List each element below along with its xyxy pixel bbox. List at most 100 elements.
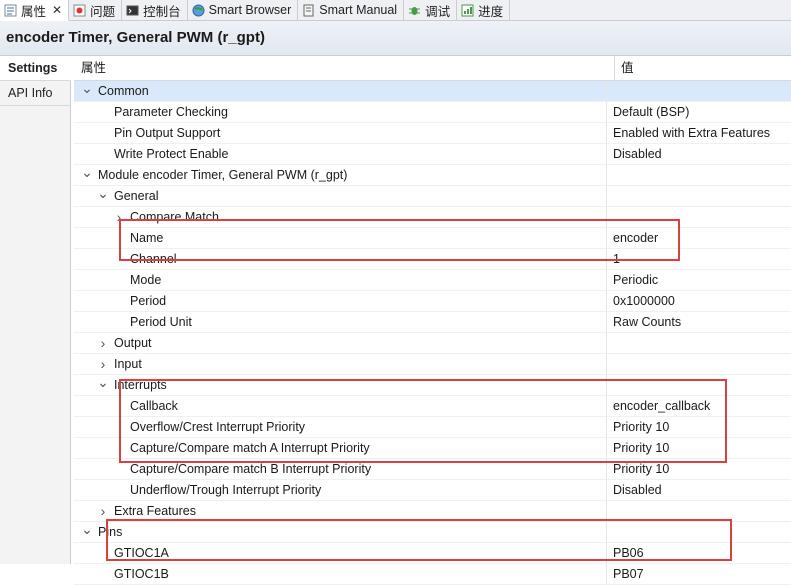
property-label: Capture/Compare match A Interrupt Priori… — [130, 441, 370, 455]
property-label: Overflow/Crest Interrupt Priority — [130, 420, 306, 434]
property-cell: ⌄ Interrupts — [74, 375, 607, 395]
table-row[interactable]: Overflow/Crest Interrupt Priority Priorit… — [74, 417, 791, 438]
table-header: 属性 值 — [74, 56, 791, 81]
close-icon[interactable]: ✕ — [52, 3, 62, 17]
property-label: Period — [130, 294, 167, 308]
property-cell: ⌄ Module encoder Timer, General PWM (r_gp… — [74, 165, 607, 185]
property-value[interactable] — [607, 354, 613, 374]
table-row[interactable]: ⌄ Module encoder Timer, General PWM (r_gp… — [74, 165, 791, 186]
property-value[interactable] — [607, 501, 613, 521]
property-value[interactable]: Priority 10 — [607, 438, 669, 458]
property-cell: › Output — [74, 333, 607, 353]
property-value[interactable]: Disabled — [607, 480, 662, 500]
property-value[interactable]: Disabled — [607, 144, 662, 164]
table-row[interactable]: › Extra Features — [74, 501, 791, 522]
chevron-down-icon[interactable]: ⌄ — [80, 522, 94, 538]
property-label: Capture/Compare match B Interrupt Priori… — [130, 462, 372, 476]
table-row[interactable]: Underflow/Trough Interrupt Priority Disab… — [74, 480, 791, 501]
table-row[interactable]: Pin Output Support Enabled with Extra Fea… — [74, 123, 791, 144]
tab-problems[interactable]: 问题 — [69, 0, 123, 20]
console-icon — [126, 4, 139, 17]
table-row[interactable]: › Output — [74, 333, 791, 354]
property-value[interactable]: PB06 — [607, 543, 644, 563]
property-value[interactable]: 1 — [607, 249, 620, 269]
chevron-down-icon[interactable]: ⌄ — [96, 186, 110, 202]
tab-progress[interactable]: 进度 — [457, 0, 511, 20]
property-value[interactable]: Priority 10 — [607, 417, 669, 437]
table-row[interactable]: ⌄ General — [74, 186, 791, 207]
table-row[interactable]: GTIOC1B PB07 — [74, 564, 791, 585]
chevron-right-icon[interactable]: › — [96, 356, 110, 372]
property-cell: Capture/Compare match B Interrupt Priori… — [74, 459, 607, 479]
chevron-right-icon[interactable]: › — [96, 335, 110, 351]
table-row[interactable]: Parameter Checking Default (BSP) — [74, 102, 791, 123]
tab-properties[interactable]: 属性 ✕ — [0, 0, 70, 21]
property-cell: ⌄ Common — [74, 81, 607, 101]
property-value[interactable] — [607, 333, 613, 353]
property-value[interactable]: PB07 — [607, 564, 644, 584]
property-value[interactable] — [607, 186, 613, 206]
table-row[interactable]: › Compare Match — [74, 207, 791, 228]
property-cell: Pin Output Support — [74, 123, 607, 143]
tab-debug[interactable]: 调试 — [404, 0, 458, 20]
property-value[interactable]: encoder_callback — [607, 396, 710, 416]
chevron-down-icon[interactable]: ⌄ — [80, 165, 94, 181]
property-cell: Name — [74, 228, 607, 248]
property-value[interactable] — [607, 522, 613, 542]
tab-label: 调试 — [425, 4, 451, 19]
smart-manual-icon — [302, 4, 315, 17]
table-row[interactable]: ⌄ Pins — [74, 522, 791, 543]
property-label: GTIOC1A — [114, 546, 169, 560]
property-label: Extra Features — [114, 504, 196, 518]
tab-settings[interactable]: Settings — [0, 56, 71, 81]
table-row[interactable]: ⌄ Interrupts — [74, 375, 791, 396]
table-row[interactable]: Period Unit Raw Counts — [74, 312, 791, 333]
tab-smart-manual[interactable]: Smart Manual — [298, 0, 405, 20]
property-value[interactable] — [607, 165, 613, 185]
page-title: encoder Timer, General PWM (r_gpt) — [6, 29, 265, 46]
chevron-right-icon[interactable]: › — [96, 503, 110, 519]
property-cell: Mode — [74, 270, 607, 290]
property-value[interactable] — [607, 375, 613, 395]
property-cell: › Extra Features — [74, 501, 607, 521]
property-value[interactable]: encoder — [607, 228, 658, 248]
chevron-down-icon[interactable]: ⌄ — [80, 81, 94, 97]
property-cell: Overflow/Crest Interrupt Priority — [74, 417, 607, 437]
table-row[interactable]: Capture/Compare match A Interrupt Priori… — [74, 438, 791, 459]
table-row[interactable]: Callback encoder_callback — [74, 396, 791, 417]
tab-label: 进度 — [478, 4, 504, 19]
tab-label: Smart Manual — [319, 3, 398, 17]
table-row[interactable]: Write Protect Enable Disabled — [74, 144, 791, 165]
table-row[interactable]: GTIOC1A PB06 — [74, 543, 791, 564]
property-label: Common — [98, 84, 149, 98]
property-value[interactable]: Periodic — [607, 270, 658, 290]
table-row[interactable]: Channel 1 — [74, 249, 791, 270]
progress-icon — [461, 4, 474, 17]
property-value[interactable]: Priority 10 — [607, 459, 669, 479]
column-header-property[interactable]: 属性 — [74, 56, 615, 80]
chevron-down-icon[interactable]: ⌄ — [96, 375, 110, 391]
table-row[interactable]: ⌄ Common — [74, 81, 791, 102]
chevron-right-icon[interactable]: › — [112, 209, 126, 225]
property-label: Parameter Checking — [114, 105, 228, 119]
column-header-value[interactable]: 值 — [615, 56, 634, 80]
tab-api-info[interactable]: API Info — [0, 81, 70, 106]
property-label: Output — [114, 336, 152, 350]
property-cell: Channel — [74, 249, 607, 269]
tab-smart-browser[interactable]: Smart Browser — [188, 0, 299, 20]
table-row[interactable]: › Input — [74, 354, 791, 375]
table-row[interactable]: Mode Periodic — [74, 270, 791, 291]
property-label: Mode — [130, 273, 162, 287]
property-label: Compare Match — [130, 210, 219, 224]
property-value[interactable]: 0x1000000 — [607, 291, 675, 311]
table-row[interactable]: Period 0x1000000 — [74, 291, 791, 312]
table-row[interactable]: Capture/Compare match B Interrupt Priori… — [74, 459, 791, 480]
property-value[interactable] — [607, 207, 613, 227]
property-value[interactable]: Raw Counts — [607, 312, 681, 332]
tab-console[interactable]: 控制台 — [122, 0, 188, 20]
property-value[interactable]: Enabled with Extra Features — [607, 123, 770, 143]
table-row[interactable]: Name encoder — [74, 228, 791, 249]
property-cell: Write Protect Enable — [74, 144, 607, 164]
property-value[interactable] — [607, 81, 613, 101]
property-value[interactable]: Default (BSP) — [607, 102, 689, 122]
